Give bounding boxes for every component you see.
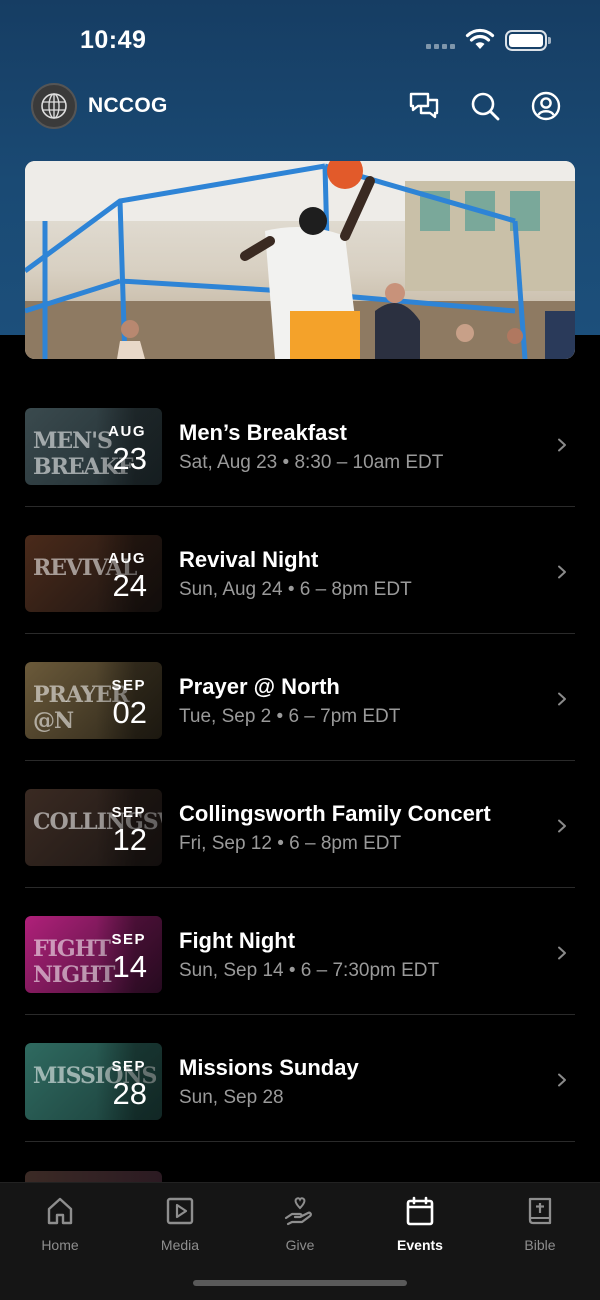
event-title: Collingsworth Family Concert [179,801,491,826]
event-title: Fight Night [179,928,296,953]
chevron-right-icon [558,819,566,833]
event-row[interactable]: COLLINGSWORTH SEP 12 Collingsworth Famil… [25,761,575,888]
status-bar: 10:49 [0,0,600,82]
event-row[interactable]: PRAYER @N SEP 02 Prayer @ North Tue, Sep… [25,634,575,761]
event-datetime: Sat, Aug 23 • 8:30 – 10am EDT [179,452,444,473]
event-datetime: Sun, Aug 24 • 6 – 8pm EDT [179,579,412,600]
event-thumbnail: REVIVAL AUG 24 [25,535,162,612]
event-datetime: Tue, Sep 2 • 6 – 7pm EDT [179,706,401,727]
wifi-icon [465,28,495,49]
org-name: NCCOG [88,94,168,117]
tab-bible[interactable]: Bible [480,1195,600,1265]
event-title: Revival Night [179,547,319,572]
event-month: SEP [111,677,146,694]
chevron-right-icon [558,692,566,706]
hero-image[interactable] [25,161,575,359]
tab-media[interactable]: Media [120,1195,240,1265]
globe-logo-icon [41,93,67,119]
basketball-photo [25,161,575,359]
church-logo[interactable] [31,83,77,129]
give-icon [284,1195,316,1227]
event-datetime: Sun, Sep 14 • 6 – 7:30pm EDT [179,960,440,981]
event-day: 02 [112,695,147,730]
event-thumbnail: MEN'S BREAKF AUG 23 [25,408,162,485]
event-day: 14 [112,949,147,984]
app-bar: NCCOG [0,82,600,132]
event-title: Prayer @ North [179,674,340,699]
battery-icon [505,30,551,51]
event-thumbnail: FIGHT NIGHT SEP 14 [25,916,162,993]
event-day: 23 [112,441,147,476]
calendar-icon [404,1195,436,1227]
chevron-right-icon [558,438,566,452]
chevron-right-icon [558,565,566,579]
tab-label: Home [41,1237,79,1253]
home-icon [44,1195,76,1227]
event-row[interactable]: REVIVAL AUG 24 Revival Night Sun, Aug 24… [25,507,575,634]
chat-icon[interactable] [408,90,440,122]
home-indicator [193,1280,407,1286]
chevron-right-icon [558,946,566,960]
event-title: Men’s Breakfast [179,420,347,445]
bible-icon [524,1195,556,1227]
event-thumbnail: COLLINGSWORTH SEP 12 [25,789,162,866]
tab-give[interactable]: Give [240,1195,360,1265]
event-thumbnail: PRAYER @N SEP 02 [25,662,162,739]
event-month: SEP [111,931,146,948]
account-icon[interactable] [530,90,562,122]
tab-label: Events [397,1237,443,1253]
chevron-right-icon [558,1073,566,1087]
event-datetime: Fri, Sep 12 • 6 – 8pm EDT [179,833,402,854]
event-month: AUG [108,423,146,440]
cellular-signal-icon [426,44,455,49]
event-thumbnail: MISSIONS SEP 28 [25,1043,162,1120]
event-row[interactable]: MISSIONS SEP 28 Missions Sunday Sun, Sep… [25,1015,575,1142]
event-row[interactable]: MEN'S BREAKF AUG 23 Men’s Breakfast Sat,… [25,380,575,507]
event-month: SEP [111,1058,146,1075]
event-day: 28 [112,1076,147,1111]
event-day: 12 [112,822,147,857]
tab-events[interactable]: Events [360,1195,480,1265]
tab-label: Bible [524,1237,556,1253]
event-datetime: Sun, Sep 28 [179,1087,284,1108]
tab-label: Media [160,1237,200,1253]
event-month: SEP [111,804,146,821]
search-icon[interactable] [469,90,501,122]
event-title: Missions Sunday [179,1055,359,1080]
status-time: 10:49 [80,26,147,54]
event-row[interactable]: FIGHT NIGHT SEP 14 Fight Night Sun, Sep … [25,888,575,1015]
event-month: AUG [108,550,146,567]
tab-home[interactable]: Home [0,1195,120,1265]
tab-label: Give [285,1237,315,1253]
media-icon [164,1195,196,1227]
event-day: 24 [112,568,147,603]
